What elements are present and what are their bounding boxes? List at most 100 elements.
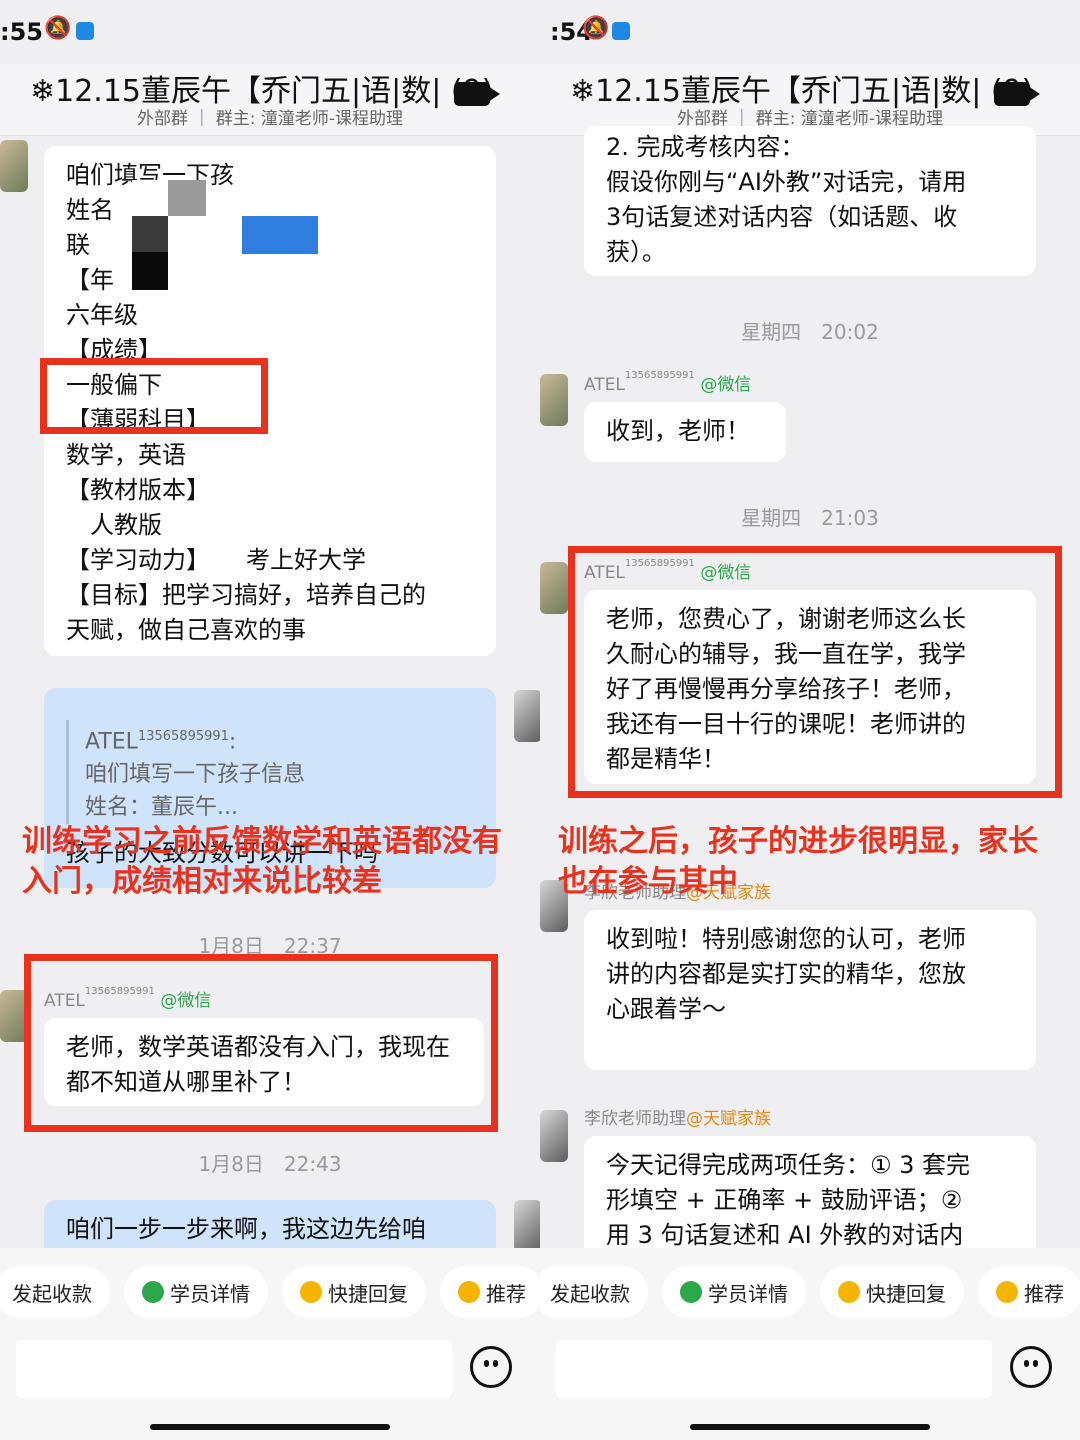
quote-sender: ATEL: [85, 729, 138, 755]
privacy-mosaic: [132, 216, 168, 252]
recommend-icon: [458, 1281, 480, 1303]
form-line: 人教版: [66, 511, 162, 539]
annotation-text: 训练之后，孩子的进步很明显，家长 也在参与其中: [558, 822, 1038, 902]
form-line: 【目标】把学习搞好，培养自己的: [66, 581, 426, 609]
payment-button[interactable]: 发起收款: [0, 1266, 110, 1318]
annotation-line: 也在参与其中: [558, 864, 738, 899]
student-detail-button[interactable]: 学员详情: [662, 1266, 806, 1318]
highlight-box: [568, 546, 1062, 798]
chip-label: 推荐: [1024, 1281, 1064, 1306]
parent-message: 收到，老师！: [584, 402, 786, 462]
sender-name: ATEL: [584, 375, 625, 395]
task-line: 获）。: [606, 238, 666, 266]
message-line: 收到啦！特别感谢您的认可，老师: [606, 925, 966, 953]
left-screenshot: :55 🔕 ❄12.15董辰午【乔门五|语|数| (9) 外部群 ｜ 群主: 潼…: [0, 0, 540, 1440]
message-sender: 李欣老师助理@天赋家族: [584, 1104, 771, 1129]
home-indicator: [690, 1424, 930, 1430]
video-call-icon[interactable]: [994, 82, 1040, 106]
assistant-message: 今天记得完成两项任务：① 3 套完 形填空 + 正确率 + 鼓励评语；② 用 3…: [584, 1136, 1036, 1260]
chip-label: 发起收款: [550, 1281, 630, 1306]
assistant-message: 收到啦！特别感谢您的认可，老师 讲的内容都是实打实的精华，您放 心跟着学～: [584, 910, 1036, 1070]
status-time: :55: [0, 18, 43, 46]
form-line: 六年级: [66, 301, 138, 329]
home-indicator: [150, 1424, 390, 1430]
chip-label: 快捷回复: [328, 1281, 408, 1306]
quick-action-bar: 发起收款 学员详情 快捷回复 推荐: [0, 1248, 540, 1336]
quick-reply-button[interactable]: 快捷回复: [282, 1266, 426, 1318]
message-line: 讲的内容都是实打实的精华，您放: [606, 960, 966, 988]
person-icon: [142, 1281, 164, 1303]
highlight-box: [24, 954, 498, 1132]
avatar[interactable]: [514, 1200, 540, 1252]
quote-colon: :: [228, 729, 237, 755]
mute-icon: 🔕: [582, 16, 610, 41]
form-line: 【年: [66, 266, 114, 294]
quote-sender-sup: 13565895991: [137, 729, 229, 744]
privacy-mosaic: [242, 216, 318, 254]
avatar[interactable]: [540, 1110, 568, 1162]
sender-tag: @微信: [700, 375, 752, 395]
annotation-line: 训练学习之前反馈数学和英语都没有: [22, 824, 502, 859]
recommend-button[interactable]: 推荐: [978, 1266, 1080, 1318]
video-call-icon[interactable]: [454, 82, 500, 106]
task-message: 2. 完成考核内容： 假设你刚与“AI外教”对话完，请用 3句话复述对话内容（如…: [584, 126, 1036, 276]
form-line: 【学习动力】 考上好大学: [66, 546, 366, 574]
sender-name: 李欣老师助理: [584, 1109, 686, 1129]
avatar[interactable]: [0, 140, 28, 192]
quote-line: 咱们填写一下孩子信息: [85, 762, 306, 788]
group-subtitle: 外部群 ｜ 群主: 潼潼老师-课程助理: [136, 109, 404, 129]
quote-line: 姓名：董辰午...: [85, 795, 238, 821]
chip-label: 快捷回复: [866, 1281, 946, 1306]
message-line: 形填空 + 正确率 + 鼓励评语；②: [606, 1186, 963, 1214]
privacy-mosaic: [132, 180, 168, 216]
form-line: 数学，英语: [66, 441, 186, 469]
notification-icon: [76, 22, 94, 40]
payment-button[interactable]: 发起收款: [540, 1266, 648, 1318]
sender-tag: @天赋家族: [686, 1109, 771, 1129]
chip-label: 推荐: [486, 1281, 526, 1306]
emoji-icon[interactable]: [470, 1346, 512, 1388]
chip-label: 学员详情: [708, 1281, 788, 1306]
message-input[interactable]: [16, 1340, 452, 1398]
avatar[interactable]: [540, 562, 568, 614]
right-screenshot: :54 🔕 ❄12.15董辰午【乔门五|语|数| (9) 外部群 ｜ 群主: 潼…: [540, 0, 1080, 1440]
status-bar: :55 🔕: [0, 0, 540, 64]
form-line: 咱们填写一下孩: [66, 161, 234, 189]
timestamp: 星期四 21:03: [741, 506, 879, 530]
status-bar: :54 🔕: [540, 0, 1080, 64]
chip-label: 学员详情: [170, 1281, 250, 1306]
emoji-icon[interactable]: [1010, 1346, 1052, 1388]
task-line: 2. 完成考核内容：: [606, 133, 805, 161]
message-input[interactable]: [556, 1340, 992, 1398]
chip-label: 发起收款: [12, 1281, 92, 1306]
message-line: 今天记得完成两项任务：① 3 套完: [606, 1151, 971, 1179]
chat-header: ❄12.15董辰午【乔门五|语|数| (9) 外部群 ｜ 群主: 潼潼老师-课程…: [0, 64, 540, 136]
avatar[interactable]: [514, 690, 540, 742]
input-bar: [540, 1336, 1080, 1440]
task-line: 假设你刚与“AI外教”对话完，请用: [606, 168, 967, 196]
message-sender: ATEL13565895991 @微信: [584, 370, 751, 395]
form-line: 【教材版本】: [66, 476, 210, 504]
recommend-button[interactable]: 推荐: [440, 1266, 540, 1318]
privacy-mosaic: [168, 180, 206, 216]
mute-icon: 🔕: [44, 16, 72, 41]
sender-sup: 13565895991: [624, 370, 695, 381]
timestamp: 星期四 20:02: [741, 320, 879, 344]
task-line: 3句话复述对话内容（如话题、收: [606, 203, 958, 231]
annotation-line: 入门，成绩相对来说比较差: [22, 864, 382, 899]
annotation-text: 训练学习之前反馈数学和英语都没有 入门，成绩相对来说比较差: [22, 822, 502, 902]
chat-icon: [300, 1281, 322, 1303]
privacy-mosaic: [132, 252, 168, 290]
quick-reply-button[interactable]: 快捷回复: [820, 1266, 964, 1318]
avatar[interactable]: [540, 374, 568, 426]
input-bar: [0, 1336, 540, 1440]
notification-icon: [612, 22, 630, 40]
form-line: 天赋，做自己喜欢的事: [66, 616, 306, 644]
highlight-box: [40, 358, 268, 434]
chat-icon: [838, 1281, 860, 1303]
person-icon: [680, 1281, 702, 1303]
quoted-message: ATEL13565895991: 咱们填写一下孩子信息 姓名：董辰午...: [66, 720, 474, 825]
student-detail-button[interactable]: 学员详情: [124, 1266, 268, 1318]
quick-action-bar: 发起收款 学员详情 快捷回复 推荐: [540, 1248, 1080, 1336]
annotation-line: 训练之后，孩子的进步很明显，家长: [558, 824, 1038, 859]
